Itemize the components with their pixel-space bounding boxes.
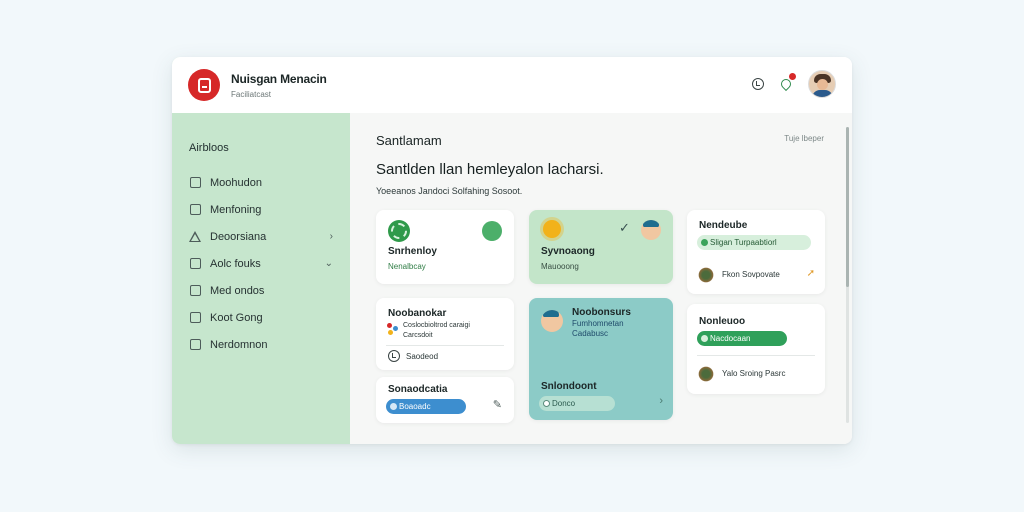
card-row: Yalo Sroing Pasrc xyxy=(722,369,786,378)
sidebar-item-label: Moohudon xyxy=(210,176,262,189)
warning-triangle-icon xyxy=(189,231,201,243)
scroll-thumb[interactable] xyxy=(846,127,849,287)
pill-label: Nacdocaan xyxy=(710,334,751,343)
top-link[interactable]: Tuje lbeper xyxy=(784,134,824,143)
page-title: Santlamam xyxy=(376,133,442,148)
leaf-icon xyxy=(543,400,550,407)
chevron-down-icon[interactable]: ⌄ xyxy=(325,258,333,269)
app-window: Nuisgan Menacin Faciliatcast Airbloos Mo… xyxy=(172,57,852,444)
apps-icon xyxy=(387,323,399,335)
card-3[interactable]: Noobanokar Coslocbioltrod caraigi Carcsd… xyxy=(376,298,514,370)
brand-header[interactable]: Nuisgan Menacin Faciliatcast xyxy=(172,57,350,113)
checklist-icon xyxy=(189,285,201,297)
card-row: Cadabusc xyxy=(572,329,609,338)
top-header xyxy=(350,57,852,113)
card-subtitle: Mauooong xyxy=(541,262,579,271)
card-title: Nonleuoo xyxy=(699,316,746,327)
arrow-icon[interactable]: ➚ xyxy=(807,268,815,279)
checkbox-icon xyxy=(189,339,201,351)
card-0[interactable]: Snrhenloy Nenalbcay xyxy=(376,210,514,284)
document-icon xyxy=(189,204,201,216)
card-subtitle: Nenalbcay xyxy=(388,262,426,271)
plant-icon xyxy=(697,266,715,284)
logo-icon xyxy=(188,69,220,101)
sidebar-item-0[interactable]: Moohudon xyxy=(189,169,339,196)
card-row: Coslocbioltrod caraigi xyxy=(403,322,470,329)
card-5[interactable]: Nonleuoo Nacdocaan Yalo Sroing Pasrc xyxy=(687,304,825,394)
card-1[interactable]: ✓ Syvnoaong Mauooong xyxy=(529,210,673,284)
sidebar-item-label: Deoorsiana xyxy=(210,230,267,243)
chevron-icon[interactable]: › xyxy=(659,395,663,407)
action-pill[interactable]: Boaoadc xyxy=(386,399,466,414)
leaf-icon xyxy=(701,239,708,246)
leaf-icon xyxy=(701,335,708,342)
card-row: Carcsdoit xyxy=(403,332,433,339)
sidebar-item-label: Aolc fouks xyxy=(210,257,261,270)
dot-icon xyxy=(390,403,397,410)
page-subheading: Yoeeanos Jandoci Solfahing Sosoot. xyxy=(376,186,523,196)
checkmark-icon[interactable]: ✓ xyxy=(619,220,630,236)
notification-badge xyxy=(788,72,797,81)
sidebar-item-label: Med ondos xyxy=(210,284,265,297)
card-6[interactable]: Sonaodcatia Boaoadc ✎ xyxy=(376,377,514,423)
sidebar: Nuisgan Menacin Faciliatcast Airbloos Mo… xyxy=(172,57,350,444)
chevron-right-icon[interactable]: › xyxy=(330,231,333,242)
page-heading: Santlden llan hemleyalon lacharsi. xyxy=(376,161,604,178)
sidebar-item-label: Koot Gong xyxy=(210,311,263,324)
sidebar-item-5[interactable]: Koot Gong xyxy=(189,304,339,331)
clock-icon xyxy=(388,350,400,362)
sidebar-item-3[interactable]: Aolc fouks ⌄ xyxy=(189,250,339,277)
pill-label: Sligan Turpaabtiorl xyxy=(710,238,777,247)
plant-icon xyxy=(697,365,715,383)
card-title: Snlondoont xyxy=(541,381,597,392)
app-title: Nuisgan Menacin xyxy=(231,71,327,86)
card-title: Noobanokar xyxy=(388,308,447,319)
sidebar-item-2[interactable]: Deoorsiana › xyxy=(189,223,339,250)
card-row: Saodeod xyxy=(406,352,439,361)
gear-icon xyxy=(388,220,410,242)
card-4[interactable]: Noobonsurs Fumhomnetan Cadabusc Snlondoo… xyxy=(529,298,673,420)
scrollbar[interactable] xyxy=(846,127,849,423)
clock-icon[interactable] xyxy=(752,78,764,90)
green-check-icon[interactable] xyxy=(482,221,502,241)
sidebar-nav: Moohudon Menfoning Deoorsiana › Aolc fou… xyxy=(189,169,339,358)
card-title: Syvnoaong xyxy=(541,246,595,257)
calendar-icon xyxy=(189,258,201,270)
status-pill[interactable]: Sligan Turpaabtiorl xyxy=(697,235,811,250)
card-title: Nendeube xyxy=(699,220,748,231)
note-icon xyxy=(189,312,201,324)
sidebar-item-label: Menfoning xyxy=(210,203,262,216)
sidebar-item-6[interactable]: Nerdomnon xyxy=(189,331,339,358)
action-pill[interactable]: Donco xyxy=(539,396,615,411)
main-content: Santlamam Tuje lbeper Santlden llan heml… xyxy=(350,113,852,444)
pill-label: Donco xyxy=(552,399,576,408)
status-pill[interactable]: Nacdocaan xyxy=(697,331,787,346)
sidebar-item-label: Nerdomnon xyxy=(210,338,268,351)
sidebar-item-4[interactable]: Med ondos xyxy=(189,277,339,304)
person-icon xyxy=(541,310,563,332)
card-title: Snrhenloy xyxy=(388,246,437,257)
user-avatar[interactable] xyxy=(808,70,836,98)
person-icon xyxy=(641,220,661,240)
card-2[interactable]: Nendeube Sligan Turpaabtiorl Fkon Sovpov… xyxy=(687,210,825,294)
app-subtitle: Faciliatcast xyxy=(231,89,272,99)
card-row: Fkon Sovpovate xyxy=(722,270,780,279)
document-icon xyxy=(189,177,201,189)
card-row: Fumhomnetan xyxy=(572,319,624,328)
sun-icon xyxy=(543,220,561,238)
sidebar-section-label: Airbloos xyxy=(189,142,229,154)
sidebar-item-1[interactable]: Menfoning xyxy=(189,196,339,223)
notification-icon[interactable] xyxy=(778,72,797,92)
card-title: Sonaodcatia xyxy=(388,384,448,395)
card-title: Noobonsurs xyxy=(572,307,631,318)
edit-icon[interactable]: ✎ xyxy=(493,398,502,411)
pill-label: Boaoadc xyxy=(399,402,431,411)
